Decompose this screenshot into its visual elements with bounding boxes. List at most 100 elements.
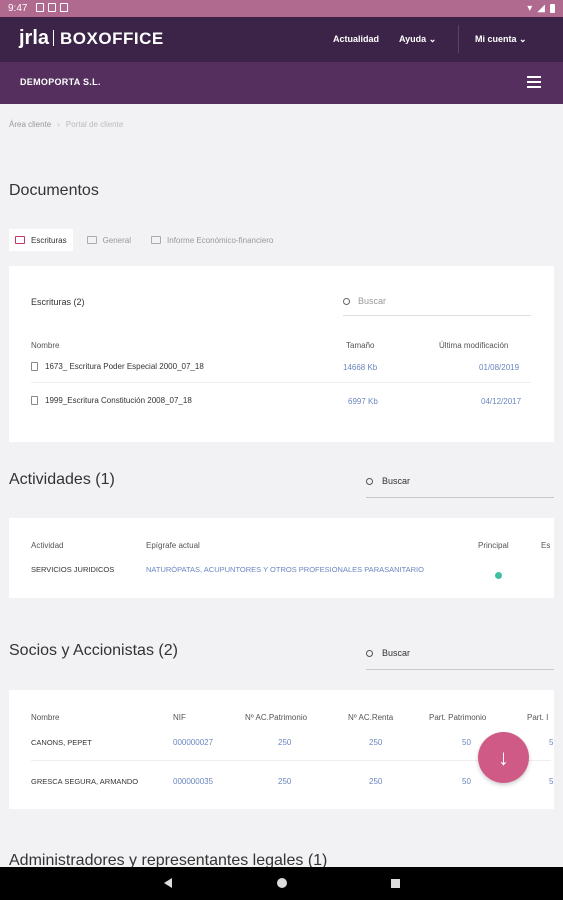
actividad-epigrafe: NATURÓPATAS, ACUPUNTORES Y OTROS PROFESI… (146, 565, 424, 574)
socio-part-patrimonio: 50 (462, 738, 471, 747)
chevron-right-icon: › (57, 120, 60, 129)
breadcrumb-item-portal: Portal de cliente (65, 120, 124, 129)
actividades-card: Actividad Epígrafe actual Principal Es S… (9, 518, 554, 598)
col-nif: NIF (173, 713, 186, 722)
status-bar: 9:47 ▾ ◢ (0, 0, 563, 17)
recent-apps-icon[interactable] (391, 879, 400, 888)
chevron-down-icon: ⌄ (428, 34, 437, 44)
row-divider (31, 760, 551, 761)
col-nombre: Nombre (31, 713, 60, 722)
tab-escrituras[interactable]: Escrituras (9, 229, 73, 251)
nav-link-ayuda-label: Ayuda (399, 34, 427, 44)
logo[interactable]: jrla BOXOFFICE (19, 27, 164, 50)
doc-size: 14668 Kb (343, 363, 378, 372)
arrow-down-icon: ↓ (498, 744, 509, 770)
breadcrumb-item-area-cliente[interactable]: Área cliente (9, 120, 51, 129)
file-icon (31, 362, 38, 371)
top-navigation: jrla BOXOFFICE Actualidad Ayuda ⌄ Mi cuen… (0, 17, 563, 62)
socio-part-renta: 5 (549, 738, 554, 747)
search-placeholder: Buscar (358, 296, 387, 306)
table-row[interactable]: 1999_Escritura Constitución 2008_07_18 (31, 396, 192, 405)
search-placeholder: Buscar (382, 648, 411, 658)
tab-informe-label: Informe Económico-financiero (167, 235, 274, 245)
documentos-search-input[interactable]: Buscar (343, 296, 531, 316)
notification-icon (36, 3, 44, 12)
search-placeholder: Buscar (382, 476, 411, 486)
documentos-card-title: Escrituras (2) (31, 297, 85, 307)
tab-general-label: General (102, 235, 132, 245)
socio-nombre: CANONS, PEPET (31, 738, 92, 747)
company-name: DEMOPORTA S.L. (20, 77, 101, 87)
scroll-down-button[interactable]: ↓ (478, 732, 529, 783)
tab-informe[interactable]: Informe Económico-financiero (145, 229, 279, 251)
socio-ac-renta: 250 (369, 777, 383, 786)
doc-date: 01/08/2019 (479, 363, 520, 372)
nav-link-ayuda[interactable]: Ayuda ⌄ (399, 34, 436, 45)
wifi-icon: ▾ (527, 3, 533, 14)
col-tamano: Tamaño (346, 341, 375, 350)
nav-link-mi-cuenta-label: Mi cuenta (475, 34, 517, 44)
back-icon[interactable] (164, 878, 172, 888)
col-ultima-modificacion: Última modificación (439, 341, 509, 350)
tab-general[interactable]: General (81, 229, 137, 251)
menu-icon[interactable] (527, 76, 541, 91)
doc-size: 6997 Kb (348, 397, 378, 406)
socio-ac-patrimonio: 250 (278, 738, 292, 747)
actividad-name: SERVICIOS JURIDICOS (31, 565, 115, 574)
battery-icon (550, 4, 555, 13)
nav-divider (458, 25, 459, 53)
system-navigation-bar (0, 867, 563, 900)
col-ac-renta: Nº AC.Renta (348, 713, 394, 722)
socio-nombre: GRESCA SEGURA, ARMANDO (31, 777, 139, 786)
socio-nif[interactable]: 000000035 (173, 777, 213, 786)
tab-escrituras-label: Escrituras (31, 235, 67, 245)
folder-icon (86, 236, 97, 244)
socio-part-renta: 5 (549, 777, 554, 786)
col-es: Es (541, 541, 551, 550)
doc-name[interactable]: 1673_ Escritura Poder Especial 2000_07_1… (45, 362, 204, 371)
notification-icon (60, 3, 68, 12)
logo-product: BOXOFFICE (60, 29, 164, 48)
signal-icon: ◢ (537, 3, 545, 14)
col-epigrafe: Epígrafe actual (146, 541, 200, 550)
actividades-search-input[interactable]: Buscar (366, 476, 554, 498)
col-nombre: Nombre (31, 341, 60, 350)
documentos-card: Escrituras (2) Buscar Nombre Tamaño Últi… (9, 266, 554, 442)
socios-search-input[interactable]: Buscar (366, 648, 554, 670)
company-bar: DEMOPORTA S.L. (0, 62, 563, 104)
search-icon (366, 650, 373, 657)
col-actividad: Actividad (31, 541, 64, 550)
home-icon[interactable] (277, 878, 287, 888)
actividades-title: Actividades (1) (9, 471, 115, 488)
doc-name[interactable]: 1999_Escritura Constitución 2008_07_18 (45, 396, 192, 405)
folder-icon (15, 236, 25, 244)
table-row[interactable]: 1673_ Escritura Poder Especial 2000_07_1… (31, 362, 204, 371)
search-icon (366, 478, 373, 485)
socios-title: Socios y Accionistas (2) (9, 642, 178, 659)
file-icon (31, 396, 38, 405)
socio-ac-patrimonio: 250 (278, 777, 292, 786)
search-icon (343, 298, 350, 305)
principal-indicator-icon (495, 566, 502, 584)
nav-link-actualidad[interactable]: Actualidad (333, 34, 379, 44)
logo-brand: jrla (19, 27, 50, 49)
documentos-title: Documentos (9, 182, 99, 199)
col-ac-patrimonio: Nº AC.Patrimonio (245, 713, 308, 722)
folder-icon (151, 236, 162, 244)
nav-link-mi-cuenta[interactable]: Mi cuenta ⌄ (475, 34, 527, 45)
doc-date: 04/12/2017 (481, 397, 522, 406)
status-time: 9:47 (8, 3, 28, 14)
chevron-down-icon: ⌄ (519, 34, 527, 44)
breadcrumb: Área cliente › Portal de cliente (9, 120, 123, 129)
row-divider (31, 382, 531, 383)
col-principal: Principal (478, 541, 509, 550)
socio-ac-renta: 250 (369, 738, 383, 747)
socios-card: Nombre NIF Nº AC.Patrimonio Nº AC.Renta … (9, 690, 554, 809)
status-icons: ▾ ◢ (527, 3, 555, 14)
col-part-renta: Part. I (527, 713, 549, 722)
socio-part-patrimonio: 50 (462, 777, 471, 786)
col-part-patrimonio: Part. Patrimonio (429, 713, 487, 722)
notification-icon (48, 3, 56, 12)
document-tabs: Escrituras General Informe Económico-fin… (9, 229, 287, 251)
socio-nif[interactable]: 000000027 (173, 738, 213, 747)
